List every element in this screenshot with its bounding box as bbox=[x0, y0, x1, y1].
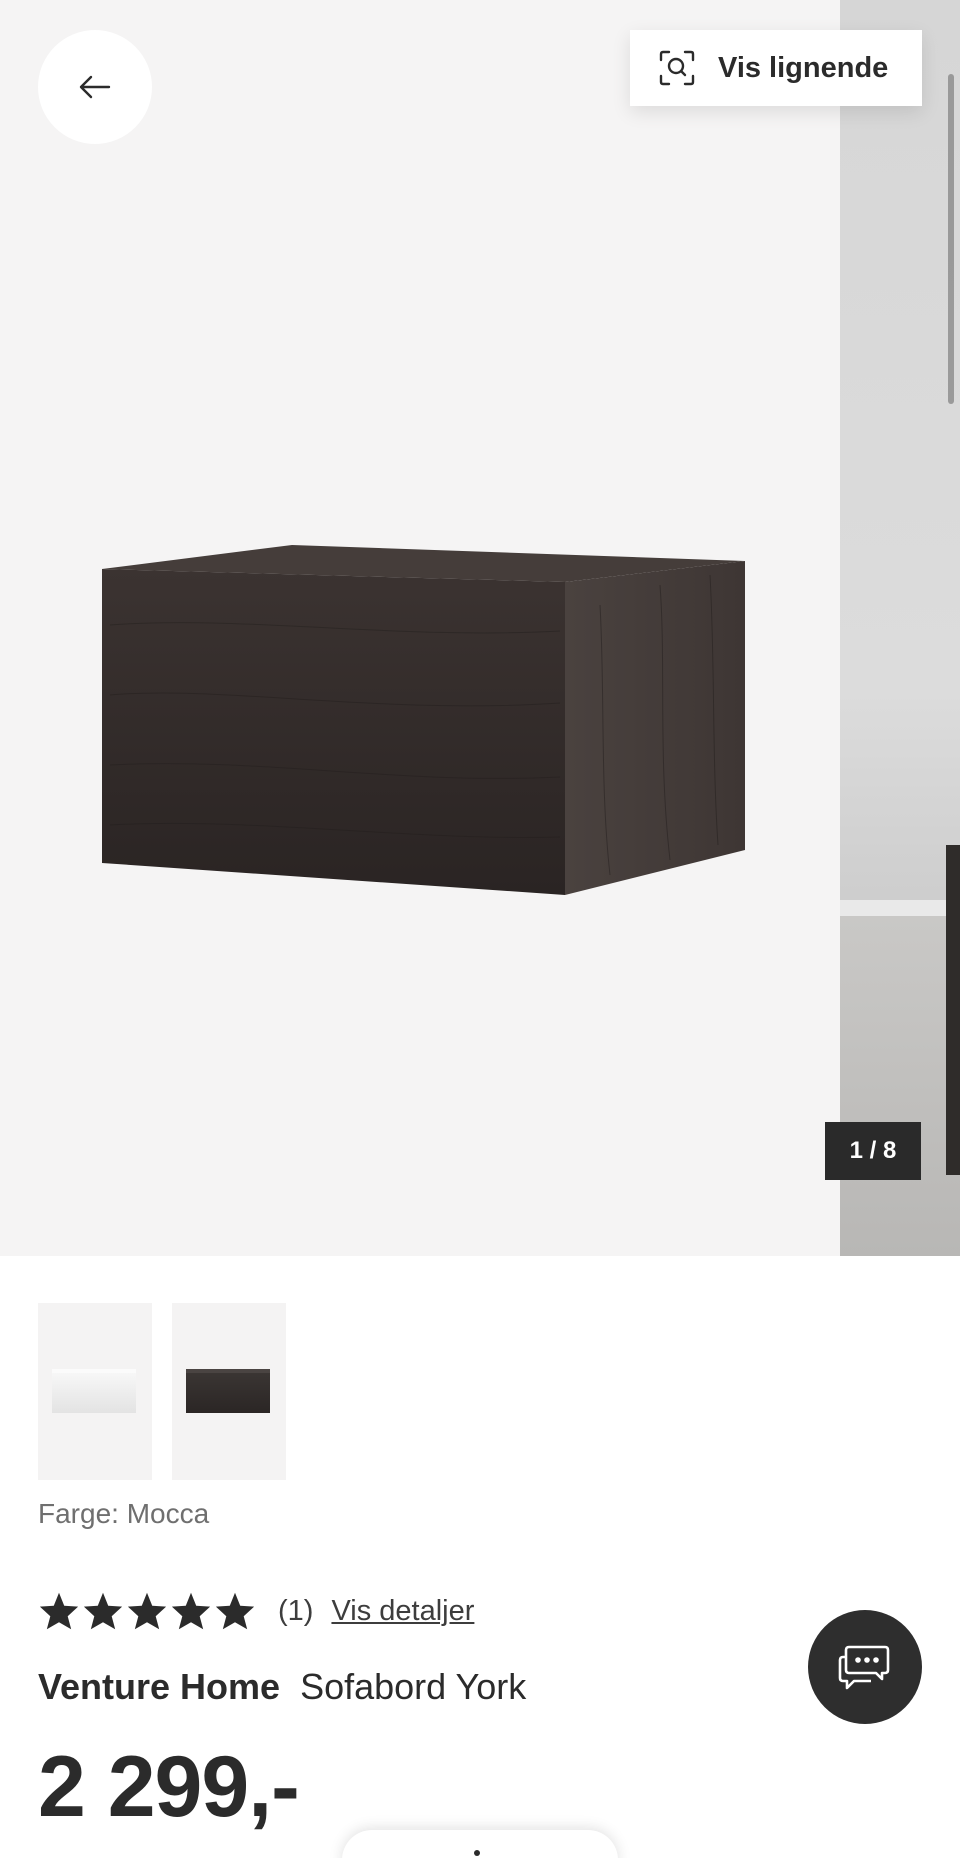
thumbnail-product-white bbox=[52, 1369, 136, 1413]
bottom-sheet-handle[interactable] bbox=[342, 1830, 618, 1858]
image-counter: 1 / 8 bbox=[825, 1122, 921, 1180]
gallery-slide-next[interactable] bbox=[840, 0, 960, 1256]
color-label: Farge: Mocca bbox=[38, 1498, 210, 1529]
product-name: Sofabord York bbox=[300, 1666, 527, 1707]
star-icon bbox=[83, 1592, 123, 1630]
product-brand[interactable]: Venture Home bbox=[38, 1666, 280, 1707]
star-icon bbox=[215, 1592, 255, 1630]
show-similar-button[interactable]: Vis lignende bbox=[630, 30, 922, 106]
product-image bbox=[100, 545, 750, 895]
arrow-left-icon bbox=[79, 75, 111, 99]
thumbnail-product-mocca bbox=[186, 1369, 270, 1413]
thumbnail-list bbox=[38, 1303, 286, 1480]
rating-count: (1) bbox=[278, 1594, 314, 1627]
star-icon bbox=[127, 1592, 167, 1630]
star-icon bbox=[39, 1592, 79, 1630]
rating-stars bbox=[38, 1591, 256, 1631]
rating-row: (1) Vis detaljer bbox=[38, 1588, 474, 1634]
thumbnail-mocca[interactable] bbox=[172, 1303, 286, 1480]
product-price: 2 299,- bbox=[38, 1739, 300, 1835]
product-image-gallery[interactable]: Vis lignende 1 / 8 bbox=[0, 0, 960, 1256]
show-similar-label: Vis lignende bbox=[718, 51, 889, 84]
product-title: Venture Home Sofabord York bbox=[38, 1666, 526, 1708]
thumbnail-white[interactable] bbox=[38, 1303, 152, 1480]
scrollbar[interactable] bbox=[948, 74, 954, 404]
gallery-slide-current[interactable] bbox=[0, 0, 840, 1256]
chat-bubbles-icon bbox=[838, 1645, 890, 1690]
product-edge bbox=[946, 845, 960, 1175]
handle-indicator bbox=[474, 1850, 480, 1856]
view-details-link[interactable]: Vis detaljer bbox=[331, 1595, 474, 1628]
star-icon bbox=[171, 1592, 211, 1630]
visual-search-icon bbox=[659, 50, 695, 86]
room-floor bbox=[840, 916, 960, 1256]
back-button[interactable] bbox=[38, 30, 152, 144]
chat-button[interactable] bbox=[808, 1610, 922, 1724]
room-baseboard bbox=[840, 900, 960, 916]
